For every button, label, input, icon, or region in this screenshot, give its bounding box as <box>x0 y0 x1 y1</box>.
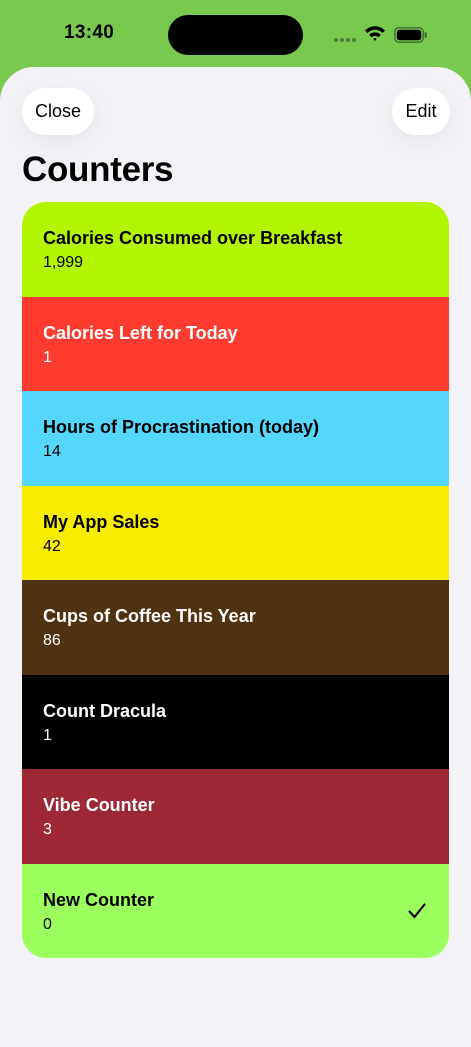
edit-button[interactable]: Edit <box>392 88 450 135</box>
counter-row-calories-breakfast[interactable]: Calories Consumed over Breakfast 1,999 <box>22 202 449 297</box>
dynamic-island <box>168 15 303 55</box>
counter-name: My App Sales <box>43 511 160 532</box>
counter-value: 86 <box>43 632 61 649</box>
status-time: 13:40 <box>64 22 115 43</box>
counter-name: Hours of Procrastination (today) <box>43 417 320 437</box>
counter-row-dracula[interactable]: Count Dracula 1 <box>22 674 449 769</box>
counter-name: Vibe Counter <box>43 795 155 815</box>
counter-name: New Counter <box>43 889 155 910</box>
page-title: Counters <box>22 150 174 189</box>
counter-value: 1 <box>43 726 52 744</box>
counter-name: Calories Left for Today <box>43 322 238 343</box>
counter-name: Cups of Coffee This Year <box>43 606 256 626</box>
counter-value: 0 <box>43 915 52 933</box>
counter-value: 14 <box>43 443 61 460</box>
counter-row-vibe[interactable]: Vibe Counter 3 <box>22 769 449 864</box>
counter-value: 3 <box>43 821 52 838</box>
close-button[interactable]: Close <box>22 88 94 135</box>
cellular-signal-icon <box>334 38 358 43</box>
counter-list: Calories Consumed over Breakfast 1,999 C… <box>22 202 449 958</box>
checkmark-icon <box>408 902 426 918</box>
battery-icon <box>394 27 427 43</box>
counter-row-procrastination[interactable]: Hours of Procrastination (today) 14 <box>22 391 449 486</box>
counter-row-app-sales[interactable]: My App Sales 42 <box>22 485 449 580</box>
counter-value: 1,999 <box>43 254 84 271</box>
wifi-icon <box>365 26 385 41</box>
counter-name: Calories Consumed over Breakfast <box>43 228 343 248</box>
counter-row-calories-left[interactable]: Calories Left for Today 1 <box>22 296 449 391</box>
counter-name: Count Dracula <box>43 700 167 721</box>
counter-value: 1 <box>43 348 52 366</box>
counter-row-coffee[interactable]: Cups of Coffee This Year 86 <box>22 580 449 675</box>
counter-value: 42 <box>43 537 61 555</box>
status-bar: 13:40 <box>0 0 471 68</box>
counter-row-new-counter[interactable]: New Counter 0 <box>22 863 449 958</box>
